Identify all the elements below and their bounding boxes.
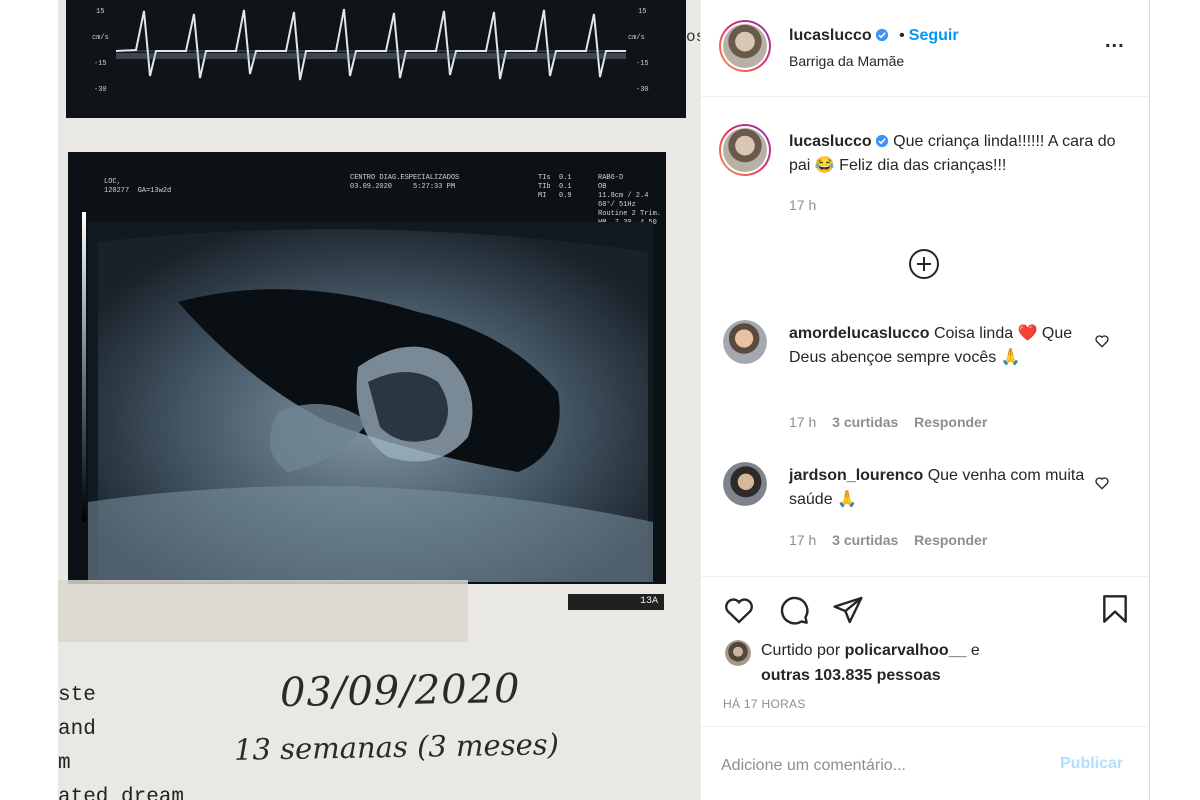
scan-header-left: LOC, 120277 GA=13w2d xyxy=(104,178,172,195)
partial-typed-text: os xyxy=(686,28,700,46)
divider xyxy=(701,96,1149,97)
typed-line: m xyxy=(58,752,71,775)
more-options-icon[interactable]: ... xyxy=(1105,30,1125,53)
comment-meta: 17 h 3 curtidas Responder xyxy=(789,414,987,430)
reply-button[interactable]: Responder xyxy=(914,532,987,548)
comment-likes[interactable]: 3 curtidas xyxy=(832,414,898,430)
post-image[interactable]: 15 cm/s -15 -30 15 cm/s -15 -30 os LOC, … xyxy=(58,0,700,800)
publish-button[interactable]: Publicar xyxy=(1060,755,1123,773)
likes-mid: e xyxy=(970,642,980,659)
waveform-label: -30 xyxy=(94,86,107,94)
liker-username[interactable]: policarvalhoo__ xyxy=(845,642,967,659)
comment-like-heart-icon[interactable] xyxy=(1094,475,1110,491)
typed-line: ated dream xyxy=(58,786,185,800)
scan-header-center: CENTRO DIAG.ESPECIALIZADOS 03.09.2020 5:… xyxy=(350,174,460,191)
caption-text-block: lucaslucco Que criança linda!!!!!! A car… xyxy=(789,130,1119,178)
doppler-waveform-strip: 15 cm/s -15 -30 15 cm/s -15 -30 xyxy=(66,0,686,118)
fetus-scan-graphic xyxy=(88,222,653,582)
waveform-label: -30 xyxy=(636,86,649,94)
comment: jardson_lourenco Que venha com muita saú… xyxy=(789,464,1089,512)
post-timestamp[interactable]: HÁ 17 HORAS xyxy=(723,697,806,711)
post-location[interactable]: Barriga da Mamãe xyxy=(789,53,904,69)
ultrasound-image: LOC, 120277 GA=13w2d CENTRO DIAG.ESPECIA… xyxy=(68,152,666,584)
comment-meta: 17 h 3 curtidas Responder xyxy=(789,532,987,548)
caption-username[interactable]: lucaslucco xyxy=(789,133,872,150)
waveform-label: cm/s xyxy=(628,34,645,42)
caption-avatar[interactable] xyxy=(719,124,771,176)
comment-likes[interactable]: 3 curtidas xyxy=(832,532,898,548)
author-avatar[interactable] xyxy=(719,20,771,72)
author-username[interactable]: lucaslucco xyxy=(789,27,872,44)
like-heart-icon[interactable] xyxy=(722,594,756,626)
waveform-label: cm/s xyxy=(92,34,109,42)
waveform-label: -15 xyxy=(94,60,107,68)
scan-header-right: TIs 0.1 TIb 0.1 MI 0.9 xyxy=(538,174,572,200)
comment-input[interactable] xyxy=(719,748,1043,784)
commenter-avatar[interactable] xyxy=(723,462,767,506)
comment-username[interactable]: jardson_lourenco xyxy=(789,467,923,484)
waveform-graphic xyxy=(116,8,626,81)
comment-time: 17 h xyxy=(789,414,817,430)
load-more-comments-icon[interactable] xyxy=(908,248,940,280)
waveform-label: 15 xyxy=(96,8,105,16)
paper-tape xyxy=(58,580,468,642)
save-bookmark-icon[interactable] xyxy=(1099,592,1131,626)
comment-time: 17 h xyxy=(789,532,817,548)
typed-line: and xyxy=(58,718,96,741)
separator-dot: • xyxy=(899,27,905,44)
verified-badge-icon xyxy=(875,134,888,148)
comment-bubble-icon[interactable] xyxy=(777,594,811,626)
comment: amordelucaslucco Coisa linda ❤️ Que Deus… xyxy=(789,322,1089,370)
commenter-avatar[interactable] xyxy=(723,320,767,364)
post-sidebar: lucaslucco • Seguir Barriga da Mamãe ... … xyxy=(700,0,1150,800)
divider xyxy=(701,576,1149,577)
handwritten-weeks: 13 semanas (3 meses) xyxy=(233,727,560,767)
likes-prefix: Curtido por xyxy=(761,642,841,659)
waveform-label: -15 xyxy=(636,60,649,68)
header-user-row: lucaslucco • Seguir xyxy=(789,27,959,45)
grayscale-bar xyxy=(82,212,86,522)
follow-button[interactable]: Seguir xyxy=(909,27,959,44)
divider xyxy=(701,726,1149,727)
handwritten-date: 03/09/2020 xyxy=(279,665,521,717)
likes-others[interactable]: outras 103.835 pessoas xyxy=(761,667,941,684)
share-paper-plane-icon[interactable] xyxy=(831,594,865,626)
reply-button[interactable]: Responder xyxy=(914,414,987,430)
liker-avatar[interactable] xyxy=(725,640,751,666)
caption-time: 17 h xyxy=(789,197,817,213)
verified-badge-icon xyxy=(875,28,888,42)
comment-username[interactable]: amordelucaslucco xyxy=(789,325,930,342)
waveform-label: 15 xyxy=(638,8,647,16)
typed-line: ste xyxy=(58,684,96,707)
comment-like-heart-icon[interactable] xyxy=(1094,333,1110,349)
likes-summary: Curtido por policarvalhoo__ e outras 103… xyxy=(761,638,1061,688)
film-tag: 13A xyxy=(568,594,664,610)
